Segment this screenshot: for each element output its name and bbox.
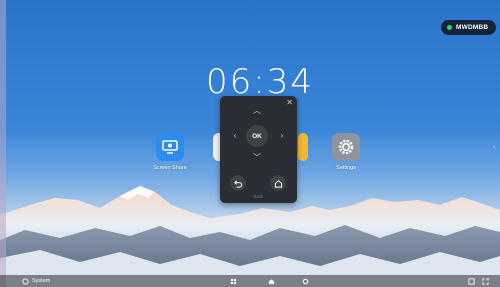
back-icon (233, 179, 242, 188)
settings-icon (302, 278, 309, 284)
network-name: MWDMBB (456, 24, 489, 31)
system-icon (22, 277, 29, 285)
multitask-icon (468, 277, 475, 285)
taskbar-system[interactable]: System (22, 277, 50, 285)
network-connected-indicator (447, 25, 452, 30)
app-icon-hidden (298, 133, 308, 161)
taskbar-settings-button[interactable] (302, 277, 309, 285)
app-label: Settings (336, 165, 356, 171)
app-label: Screen Share (153, 165, 187, 171)
app-screen-share[interactable]: Screen Share (140, 133, 200, 171)
gear-icon (332, 133, 360, 161)
app-settings[interactable]: Settings (316, 133, 376, 171)
up-arrow-icon[interactable]: ︿ (252, 106, 262, 116)
apps-grid-icon (230, 278, 237, 284)
ok-button[interactable]: OK (246, 125, 268, 147)
remote-control-panel: ✕ ︿ ‹ › ﹀ OK Back (220, 96, 297, 203)
right-arrow-icon[interactable]: › (277, 131, 287, 141)
screenshot-icon (482, 277, 489, 285)
down-arrow-icon[interactable]: ﹀ (252, 153, 262, 163)
left-edge-strip (0, 0, 6, 287)
close-icon[interactable]: ✕ (286, 98, 293, 107)
taskbar-apps-button[interactable] (230, 277, 237, 285)
home-icon (268, 278, 275, 284)
remote-caption: Back (253, 194, 264, 199)
back-button[interactable] (230, 175, 246, 191)
side-panel-handle-icon[interactable]: ‹ (493, 144, 495, 151)
taskbar-home-button[interactable] (268, 277, 275, 285)
taskbar-screenshot-button[interactable] (482, 277, 489, 285)
home-icon (274, 179, 282, 188)
home-button[interactable] (270, 175, 286, 191)
home-screen: MWDMBB 06:34 Screen Share Settings ✕ ︿ ‹… (0, 0, 500, 287)
taskbar: System (0, 275, 500, 287)
network-status-pill[interactable]: MWDMBB (441, 20, 496, 35)
left-arrow-icon[interactable]: ‹ (230, 131, 240, 141)
taskbar-multitask-button[interactable] (468, 277, 475, 285)
screen-share-icon (156, 133, 184, 161)
taskbar-system-label: System (32, 278, 51, 284)
